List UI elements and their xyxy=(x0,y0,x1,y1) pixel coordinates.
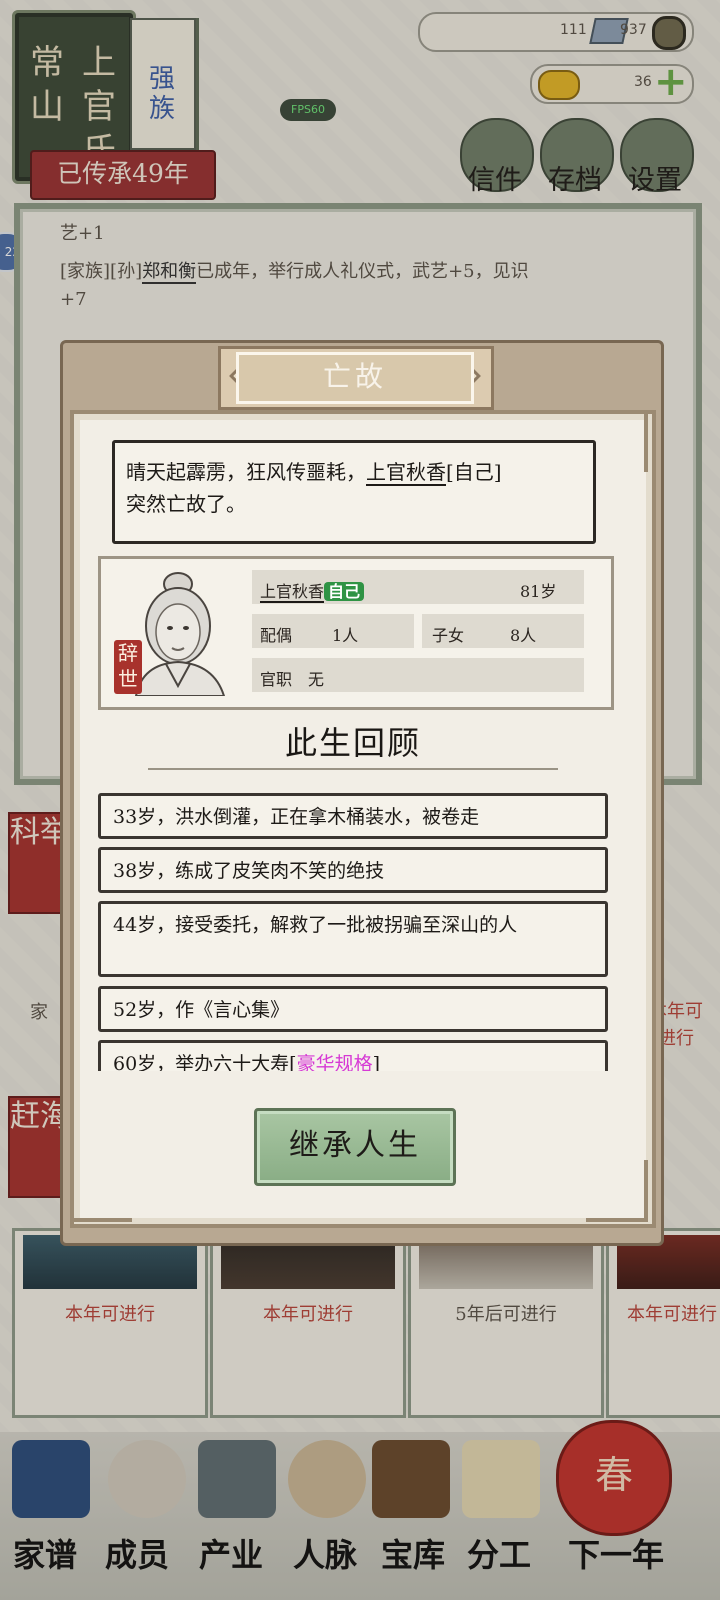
corner-ornament xyxy=(586,1160,648,1222)
children-label: 子女 xyxy=(432,626,465,645)
office-label: 官职 xyxy=(260,670,293,689)
office-cell xyxy=(252,658,584,692)
review-item: 60岁，举办六十大寿[豪华规格] xyxy=(98,1040,608,1071)
profile-name-link[interactable]: 上官秋香 xyxy=(260,582,325,603)
person-name-link[interactable]: 上官秋香 xyxy=(366,460,446,486)
profile-name: 上官秋香 自己 xyxy=(260,578,365,603)
modal-title: 亡故 xyxy=(236,352,474,404)
spouse-label: 配偶 xyxy=(260,626,293,645)
review-item: 44岁，接受委托，解救了一批被拐骗至深山的人 xyxy=(98,901,608,977)
profile-age: 81岁 xyxy=(520,582,557,601)
corner-ornament xyxy=(70,1160,132,1222)
review-divider xyxy=(148,768,558,770)
review-item: 38岁，练成了皮笑肉不笑的绝技 xyxy=(98,847,608,893)
office-value: 无 xyxy=(308,670,325,689)
children-value: 8人 xyxy=(510,626,537,645)
review-title: 此生回顾 xyxy=(284,724,421,762)
spouse-value: 1人 xyxy=(332,626,359,645)
review-item: 33岁，洪水倒灌，正在拿木桶装水，被卷走 xyxy=(98,793,608,839)
continue-life-button[interactable]: 继承人生 xyxy=(254,1108,456,1186)
death-stamp: 辞世 xyxy=(114,640,142,694)
review-item: 52岁，作《言心集》 xyxy=(98,986,608,1032)
life-review-list[interactable]: 33岁，洪水倒灌，正在拿木桶装水，被卷走 38岁，练成了皮笑肉不笑的绝技 44岁… xyxy=(98,793,610,1071)
self-tag: 自己 xyxy=(324,582,365,601)
death-notice-text: 晴天起霹雳，狂风传噩耗，上官秋香[自己] 突然亡故了。 xyxy=(126,460,502,516)
review-highlight: 豪华规格 xyxy=(296,1053,373,1071)
